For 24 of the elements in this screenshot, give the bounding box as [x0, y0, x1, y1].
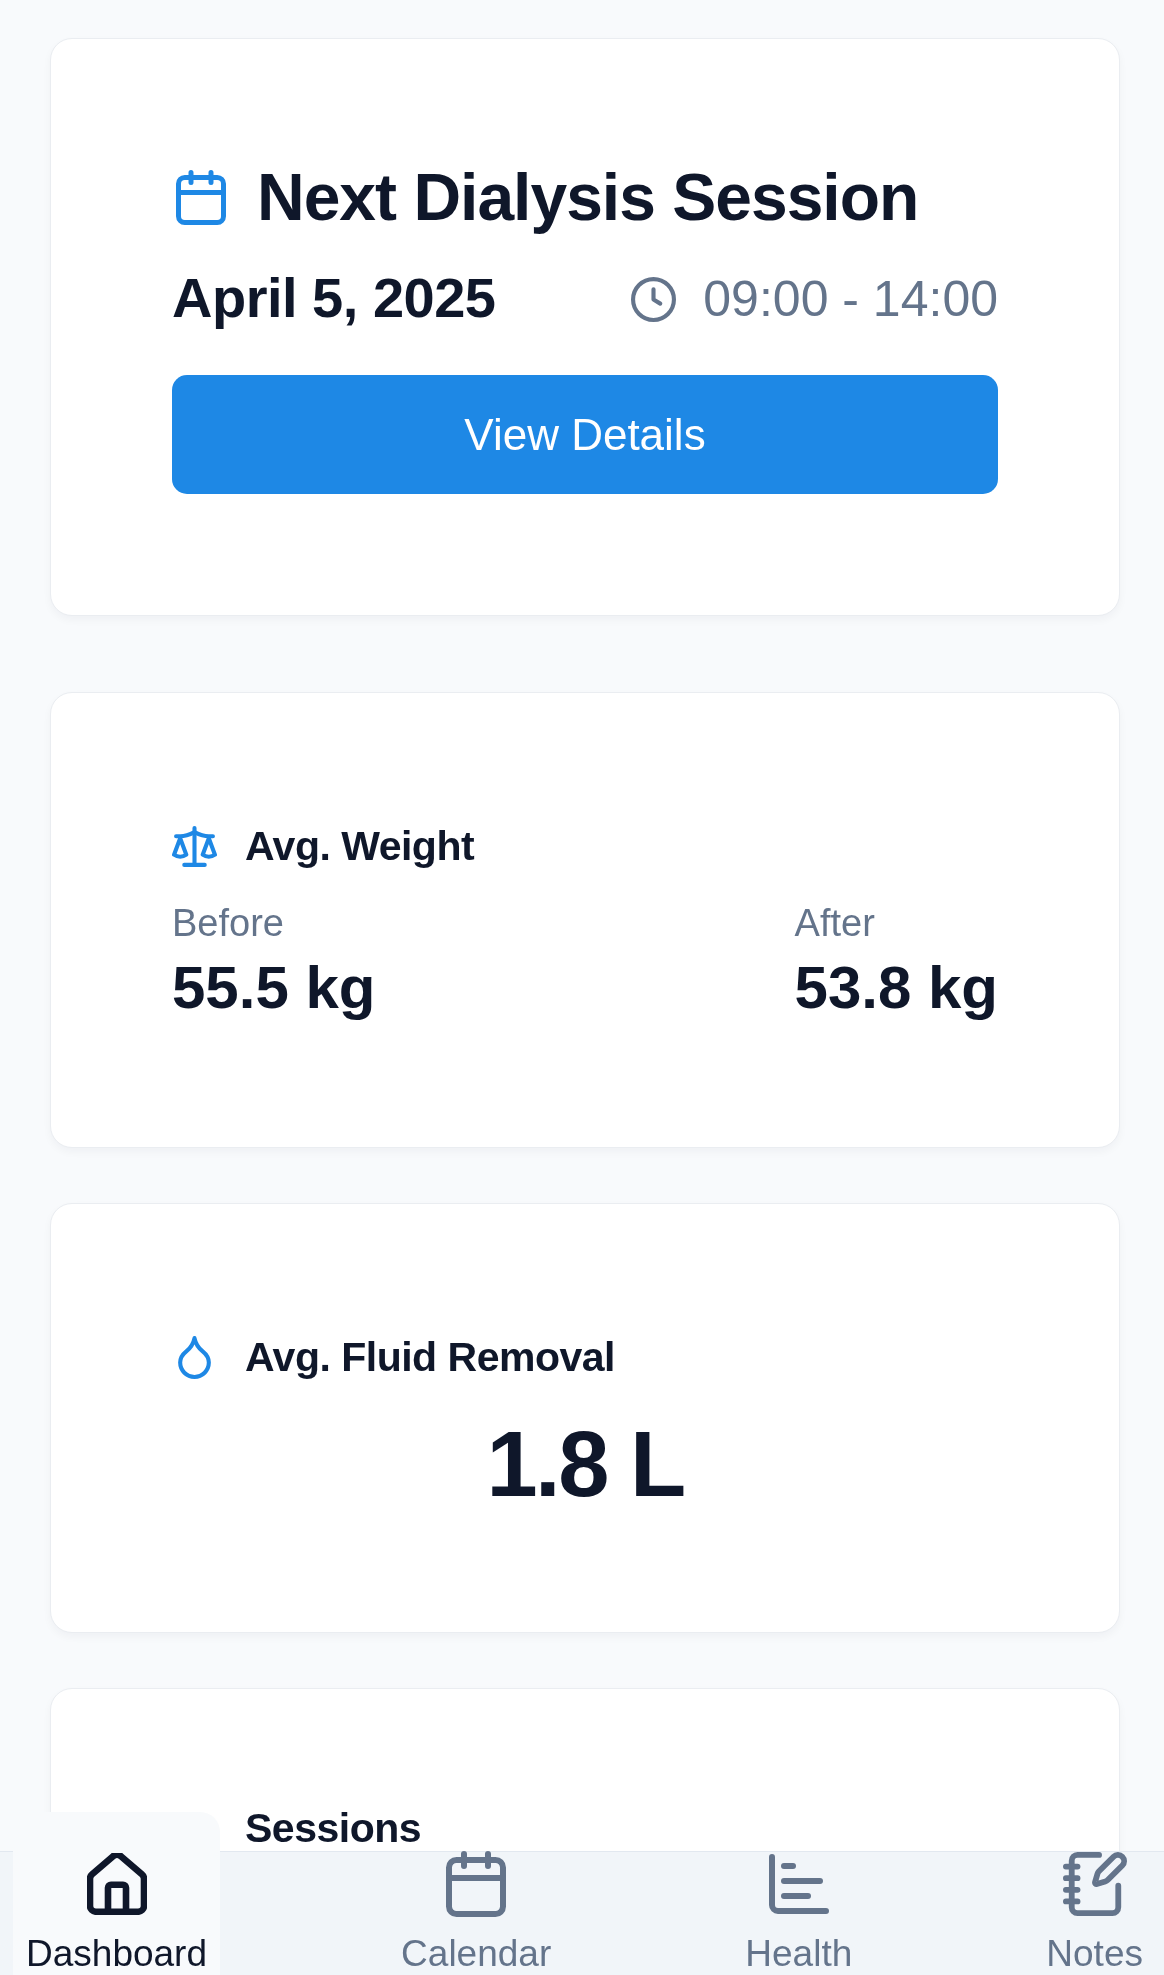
clock-icon — [631, 276, 677, 322]
nav-tab[interactable]: Notes — [1033, 1851, 1156, 1975]
bar-chart-icon — [768, 1854, 829, 1914]
nav-tab[interactable]: Health — [732, 1851, 866, 1975]
nav-tab[interactable]: Calendar — [388, 1851, 565, 1975]
stat-label: After — [794, 901, 876, 945]
calendar-icon — [176, 169, 226, 225]
droplet-icon — [178, 1335, 211, 1379]
stat-value: 1.8 L — [485, 1414, 685, 1514]
notebook-pen-icon — [1062, 1852, 1127, 1916]
stat-label: Before — [172, 901, 285, 945]
calendar-icon — [446, 1851, 507, 1917]
session-title: Next Dialysis Session — [257, 161, 919, 233]
session-date: April 5, 2025 — [172, 266, 496, 330]
card-title: Avg. Fluid Removal — [245, 1333, 615, 1382]
home-icon — [86, 1853, 147, 1915]
nav-tab[interactable]: Dashboard — [13, 1812, 220, 1975]
stat-value: 55.5 kg — [172, 954, 376, 1022]
view-details-button[interactable]: View Details — [172, 375, 998, 494]
balance-scale-icon — [172, 825, 217, 867]
session-time: 09:00 - 14:00 — [703, 270, 998, 329]
card-title: Avg. Weight — [245, 822, 475, 871]
card-title: Sessions — [245, 1808, 422, 1849]
stat-value: 53.8 kg — [794, 954, 998, 1022]
